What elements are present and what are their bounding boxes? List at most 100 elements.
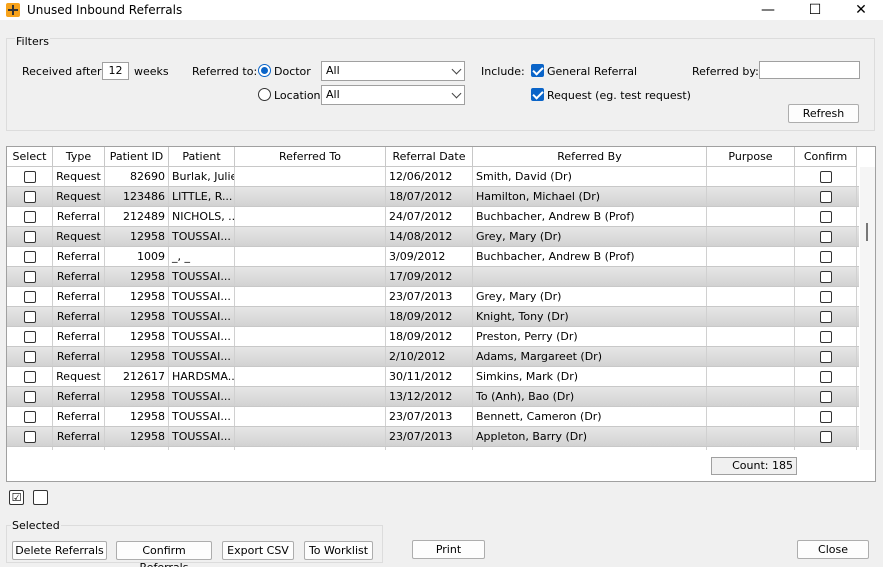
- column-header-type[interactable]: Type: [53, 147, 105, 167]
- row-confirm-checkbox[interactable]: [819, 411, 832, 423]
- row-select-cell[interactable]: [7, 247, 53, 266]
- row-confirm-checkbox[interactable]: [819, 371, 832, 383]
- doctor-radio[interactable]: [258, 64, 271, 77]
- row-select-checkbox[interactable]: [23, 391, 36, 403]
- row-confirm-cell[interactable]: [795, 207, 857, 226]
- column-header-select[interactable]: Select: [7, 147, 53, 167]
- column-header-referred-by[interactable]: Referred By: [473, 147, 707, 167]
- table-row[interactable]: Referral 12958 TOUSSAI... 23/07/2013 Grey, M…: [7, 287, 859, 307]
- row-select-checkbox[interactable]: [23, 291, 36, 303]
- close-button[interactable]: Close: [797, 540, 869, 559]
- table-row[interactable]: Referral 12958 TOUSSAI... 18/09/2012 Preston…: [7, 327, 859, 347]
- row-confirm-cell[interactable]: [795, 287, 857, 306]
- table-row[interactable]: Referral 12958 TOUSSAI... 23/07/2013 Bennett…: [7, 407, 859, 427]
- column-header-patient-id[interactable]: Patient ID: [105, 147, 169, 167]
- column-header-referral-date[interactable]: Referral Date: [386, 147, 473, 167]
- table-row[interactable]: Referral 212489 NICHOLS, ... 24/07/2012 Buch…: [7, 207, 859, 227]
- row-select-checkbox[interactable]: [23, 431, 36, 443]
- general-referral-label[interactable]: General Referral: [547, 65, 637, 78]
- table-row[interactable]: Request 82690 Burlak, Julie 12/06/2012 Smith…: [7, 167, 859, 187]
- table-row[interactable]: Request 12958 TOUSSAI... 14/08/2012 Grey, Ma…: [7, 227, 859, 247]
- row-select-cell[interactable]: [7, 307, 53, 326]
- row-confirm-cell[interactable]: [795, 307, 857, 326]
- table-row[interactable]: Referral 12958 TOUSSAI... 2/10/2012 Adams, M…: [7, 347, 859, 367]
- row-confirm-cell[interactable]: [795, 167, 857, 186]
- row-select-cell[interactable]: [7, 287, 53, 306]
- export-csv-button[interactable]: Export CSV: [222, 541, 294, 560]
- confirm-referrals-button[interactable]: Confirm Referrals: [116, 541, 212, 567]
- row-select-cell[interactable]: [7, 347, 53, 366]
- row-select-cell[interactable]: [7, 447, 53, 450]
- row-select-checkbox[interactable]: [23, 271, 36, 283]
- row-select-cell[interactable]: [7, 267, 53, 286]
- row-select-checkbox[interactable]: [23, 211, 36, 223]
- row-select-cell[interactable]: [7, 187, 53, 206]
- row-select-cell[interactable]: [7, 207, 53, 226]
- row-select-checkbox[interactable]: [23, 411, 36, 423]
- row-confirm-checkbox[interactable]: [819, 271, 832, 283]
- row-confirm-checkbox[interactable]: [819, 191, 832, 203]
- row-select-checkbox[interactable]: [23, 231, 36, 243]
- row-confirm-cell[interactable]: [795, 387, 857, 406]
- table-row[interactable]: Referral 12958 TOUSSAI... 17/09/2012: [7, 267, 859, 287]
- row-select-cell[interactable]: [7, 327, 53, 346]
- row-confirm-checkbox[interactable]: [819, 211, 832, 223]
- table-row[interactable]: Referral 1009 _, _ 3/09/2012 Buchbacher, And…: [7, 247, 859, 267]
- row-select-checkbox[interactable]: [23, 371, 36, 383]
- row-select-cell[interactable]: [7, 367, 53, 386]
- row-confirm-cell[interactable]: [795, 447, 857, 450]
- column-header-referred-to[interactable]: Referred To: [235, 147, 386, 167]
- row-confirm-checkbox[interactable]: [819, 171, 832, 183]
- row-confirm-cell[interactable]: [795, 327, 857, 346]
- row-confirm-cell[interactable]: [795, 407, 857, 426]
- row-select-cell[interactable]: [7, 227, 53, 246]
- vertical-scrollbar[interactable]: [860, 167, 875, 450]
- row-confirm-checkbox[interactable]: [819, 391, 832, 403]
- row-confirm-cell[interactable]: [795, 187, 857, 206]
- row-confirm-checkbox[interactable]: [819, 351, 832, 363]
- table-row[interactable]: Referral 12958 TOUSSAI... 13/12/2012 To (Anh…: [7, 387, 859, 407]
- maximize-button[interactable]: ☐: [792, 0, 838, 20]
- table-row[interactable]: Referral 12958 TOUSSAI... 23/07/2013 Appleto…: [7, 427, 859, 447]
- row-select-cell[interactable]: [7, 167, 53, 186]
- location-radio-label[interactable]: Location: [274, 89, 321, 102]
- refresh-button[interactable]: Refresh: [788, 104, 859, 123]
- request-label[interactable]: Request (eg. test request): [547, 89, 691, 102]
- print-button[interactable]: Print: [412, 540, 485, 559]
- check-all-button[interactable]: ☑: [9, 490, 24, 505]
- row-confirm-cell[interactable]: [795, 247, 857, 266]
- row-confirm-checkbox[interactable]: [819, 231, 832, 243]
- row-confirm-checkbox[interactable]: [819, 311, 832, 323]
- table-row[interactable]: Referral12958TOUSSAI...: [7, 447, 859, 450]
- location-radio[interactable]: [258, 88, 271, 101]
- row-confirm-checkbox[interactable]: [819, 291, 832, 303]
- request-checkbox[interactable]: [531, 88, 544, 101]
- row-select-checkbox[interactable]: [23, 331, 36, 343]
- row-select-checkbox[interactable]: [23, 251, 36, 263]
- row-select-checkbox[interactable]: [23, 191, 36, 203]
- row-select-checkbox[interactable]: [23, 351, 36, 363]
- close-window-button[interactable]: ✕: [838, 0, 883, 20]
- scrollbar-thumb[interactable]: [866, 223, 868, 241]
- doctor-radio-label[interactable]: Doctor: [274, 65, 311, 78]
- row-confirm-cell[interactable]: [795, 367, 857, 386]
- row-select-cell[interactable]: [7, 427, 53, 446]
- to-worklist-button[interactable]: To Worklist: [304, 541, 373, 560]
- row-confirm-checkbox[interactable]: [819, 431, 832, 443]
- minimize-button[interactable]: —: [745, 0, 791, 20]
- row-confirm-cell[interactable]: [795, 227, 857, 246]
- uncheck-all-button[interactable]: [33, 490, 48, 505]
- row-select-checkbox[interactable]: [23, 171, 36, 183]
- row-confirm-cell[interactable]: [795, 427, 857, 446]
- table-row[interactable]: Referral 12958 TOUSSAI... 18/09/2012 Knight,…: [7, 307, 859, 327]
- general-referral-checkbox[interactable]: [531, 64, 544, 77]
- row-confirm-checkbox[interactable]: [819, 251, 832, 263]
- column-header-confirm[interactable]: Confirm: [795, 147, 857, 167]
- table-row[interactable]: Request 212617 HARDSMA... 30/11/2012 Simkins…: [7, 367, 859, 387]
- location-combo[interactable]: All: [321, 85, 465, 105]
- column-header-purpose[interactable]: Purpose: [707, 147, 795, 167]
- doctor-combo[interactable]: All: [321, 61, 465, 81]
- row-confirm-checkbox[interactable]: [819, 331, 832, 343]
- row-select-checkbox[interactable]: [23, 311, 36, 323]
- received-after-weeks-input[interactable]: 12: [102, 62, 129, 80]
